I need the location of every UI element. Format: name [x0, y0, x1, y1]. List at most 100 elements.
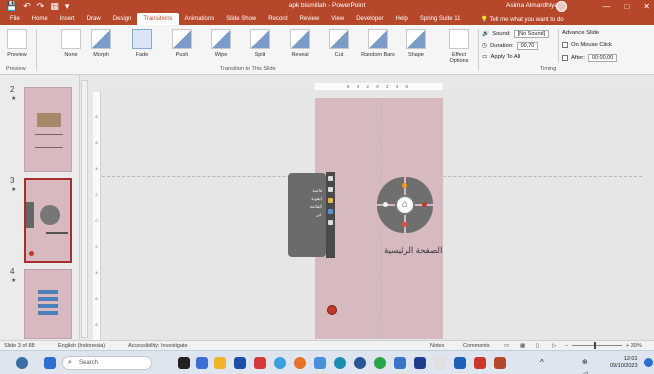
slide-thumbnail-2[interactable]: [24, 87, 72, 172]
transition-split[interactable]: Split: [245, 29, 275, 65]
on-mouse-click-checkbox[interactable]: [562, 42, 568, 48]
windows-start-icon[interactable]: [44, 357, 56, 369]
app-icon[interactable]: [414, 357, 426, 369]
slide-thumbnail-pane[interactable]: 2 ★ 3 ★ 4 ★: [0, 75, 80, 340]
duration-input[interactable]: 00,70: [516, 42, 539, 50]
menu-item[interactable]: ايقونة: [309, 195, 322, 203]
tell-me-search[interactable]: 💡 Tell me what you want to do: [480, 16, 563, 23]
tab-insert[interactable]: Insert: [54, 13, 81, 25]
chrome-icon[interactable]: [274, 357, 286, 369]
taskbar-search[interactable]: ⌕ Search: [62, 356, 152, 370]
close-button[interactable]: ✕: [643, 0, 650, 13]
store-icon[interactable]: [234, 357, 246, 369]
language-status[interactable]: English (Indonesia): [58, 343, 105, 349]
tab-file[interactable]: File: [4, 13, 26, 25]
app-icon[interactable]: [354, 357, 366, 369]
maximize-button[interactable]: □: [624, 0, 629, 13]
normal-view-icon[interactable]: ▭: [504, 343, 509, 349]
mcafee-icon[interactable]: [254, 357, 266, 369]
avatar[interactable]: [556, 1, 567, 12]
task-view-icon[interactable]: [178, 357, 190, 369]
powerpoint-icon[interactable]: [494, 357, 506, 369]
zoom-slider-handle[interactable]: [594, 342, 596, 349]
ruler-tick: 6: [95, 296, 98, 301]
transition-reveal[interactable]: Reveal: [285, 29, 315, 65]
slide-thumbnail-3[interactable]: [24, 178, 72, 263]
tab-help[interactable]: Help: [390, 13, 414, 25]
tab-transitions[interactable]: Transitions: [137, 13, 179, 25]
network-sound-icon[interactable]: ⊕ ◁: [582, 357, 594, 374]
preview-button[interactable]: Preview: [2, 29, 32, 65]
transition-label: Morph: [93, 52, 109, 58]
tab-home[interactable]: Home: [26, 13, 54, 25]
tab-draw[interactable]: Draw: [81, 13, 107, 25]
apply-all-button[interactable]: ▭ Apply To All: [482, 54, 520, 60]
after-checkbox[interactable]: [562, 55, 568, 61]
folder-icon[interactable]: [328, 198, 333, 203]
transition-shape[interactable]: Shape: [401, 29, 431, 65]
comments-button[interactable]: Comments: [463, 343, 490, 349]
edit-icon[interactable]: [328, 209, 333, 214]
menu-item[interactable]: قائمة: [309, 187, 322, 195]
tab-spring-suite[interactable]: Spring Suite 11: [414, 13, 467, 25]
file-explorer-icon[interactable]: [214, 357, 226, 369]
effect-options-icon: [449, 29, 469, 49]
whatsapp-icon[interactable]: [374, 357, 386, 369]
after-input[interactable]: 00:00,00: [587, 54, 618, 62]
ruler-tick: 6: [95, 140, 98, 145]
word-icon[interactable]: [454, 357, 466, 369]
acrobat-icon[interactable]: [474, 357, 486, 369]
tab-review[interactable]: Review: [294, 13, 326, 25]
chevron-up-icon[interactable]: ^: [540, 357, 552, 369]
edge-icon[interactable]: [334, 357, 346, 369]
weather-icon[interactable]: [16, 357, 28, 369]
transition-fade[interactable]: Fade: [127, 29, 157, 65]
reading-view-icon[interactable]: ▯: [536, 343, 539, 349]
tab-record[interactable]: Record: [262, 13, 293, 25]
system-clock[interactable]: 12:01 09/10/2023: [610, 356, 638, 370]
slide-sorter-icon[interactable]: ▦: [520, 343, 525, 349]
on-mouse-click-option[interactable]: On Mouse Click: [562, 42, 612, 48]
transition-morph[interactable]: Morph: [86, 29, 116, 65]
tab-developer[interactable]: Developer: [350, 13, 389, 25]
tab-view[interactable]: View: [325, 13, 350, 25]
thumbnail-scrollbar[interactable]: [81, 80, 88, 338]
minimize-button[interactable]: —: [602, 0, 610, 13]
notes-button[interactable]: Notes: [430, 343, 444, 349]
app-icon[interactable]: [314, 357, 326, 369]
home-icon[interactable]: [328, 187, 333, 192]
transition-label: Fade: [135, 52, 149, 58]
app-icon[interactable]: [434, 357, 446, 369]
transition-push[interactable]: Push: [167, 29, 197, 65]
title-bar: 💾 ↶ ↷ ▦ ▾ apk bismillah - PowerPoint Asi…: [0, 0, 654, 13]
menu-item[interactable]: عن: [309, 211, 322, 219]
record-button[interactable]: [327, 305, 337, 315]
telegram-icon[interactable]: [394, 357, 406, 369]
menu-item[interactable]: القائمة: [309, 203, 322, 211]
zoom-slider[interactable]: [572, 345, 622, 346]
zoom-level[interactable]: + 39%: [626, 343, 642, 349]
info-icon[interactable]: [328, 220, 333, 225]
home-icon[interactable]: ⌂: [395, 195, 415, 215]
side-menu-panel[interactable]: قائمة ايقونة القائمة عن: [288, 173, 326, 257]
icon-strip[interactable]: [326, 172, 335, 258]
firefox-icon[interactable]: [294, 357, 306, 369]
meet-icon[interactable]: [196, 357, 208, 369]
tab-slide-show[interactable]: Slide Show: [220, 13, 262, 25]
slideshow-view-icon[interactable]: ▷: [552, 343, 556, 349]
sound-dropdown[interactable]: [No Sound]: [513, 30, 550, 38]
tab-design[interactable]: Design: [107, 13, 138, 25]
accessibility-status[interactable]: Accessibility: Investigate: [128, 343, 188, 349]
effect-options-button[interactable]: Effect Options: [442, 29, 476, 65]
menu-icon[interactable]: [328, 176, 333, 181]
notification-icon[interactable]: [644, 358, 653, 367]
transition-random-bars[interactable]: Random Bars: [360, 29, 396, 65]
user-name[interactable]: Asima Almardhiyah: [506, 2, 562, 9]
transition-none[interactable]: None: [56, 29, 86, 65]
transition-cut[interactable]: Cut: [324, 29, 354, 65]
slide-thumbnail-4[interactable]: [24, 269, 72, 339]
tab-animations[interactable]: Animations: [179, 13, 221, 25]
transition-wipe[interactable]: Wipe: [206, 29, 236, 65]
back-icon: [383, 202, 388, 207]
zoom-out-icon[interactable]: −: [565, 343, 568, 349]
